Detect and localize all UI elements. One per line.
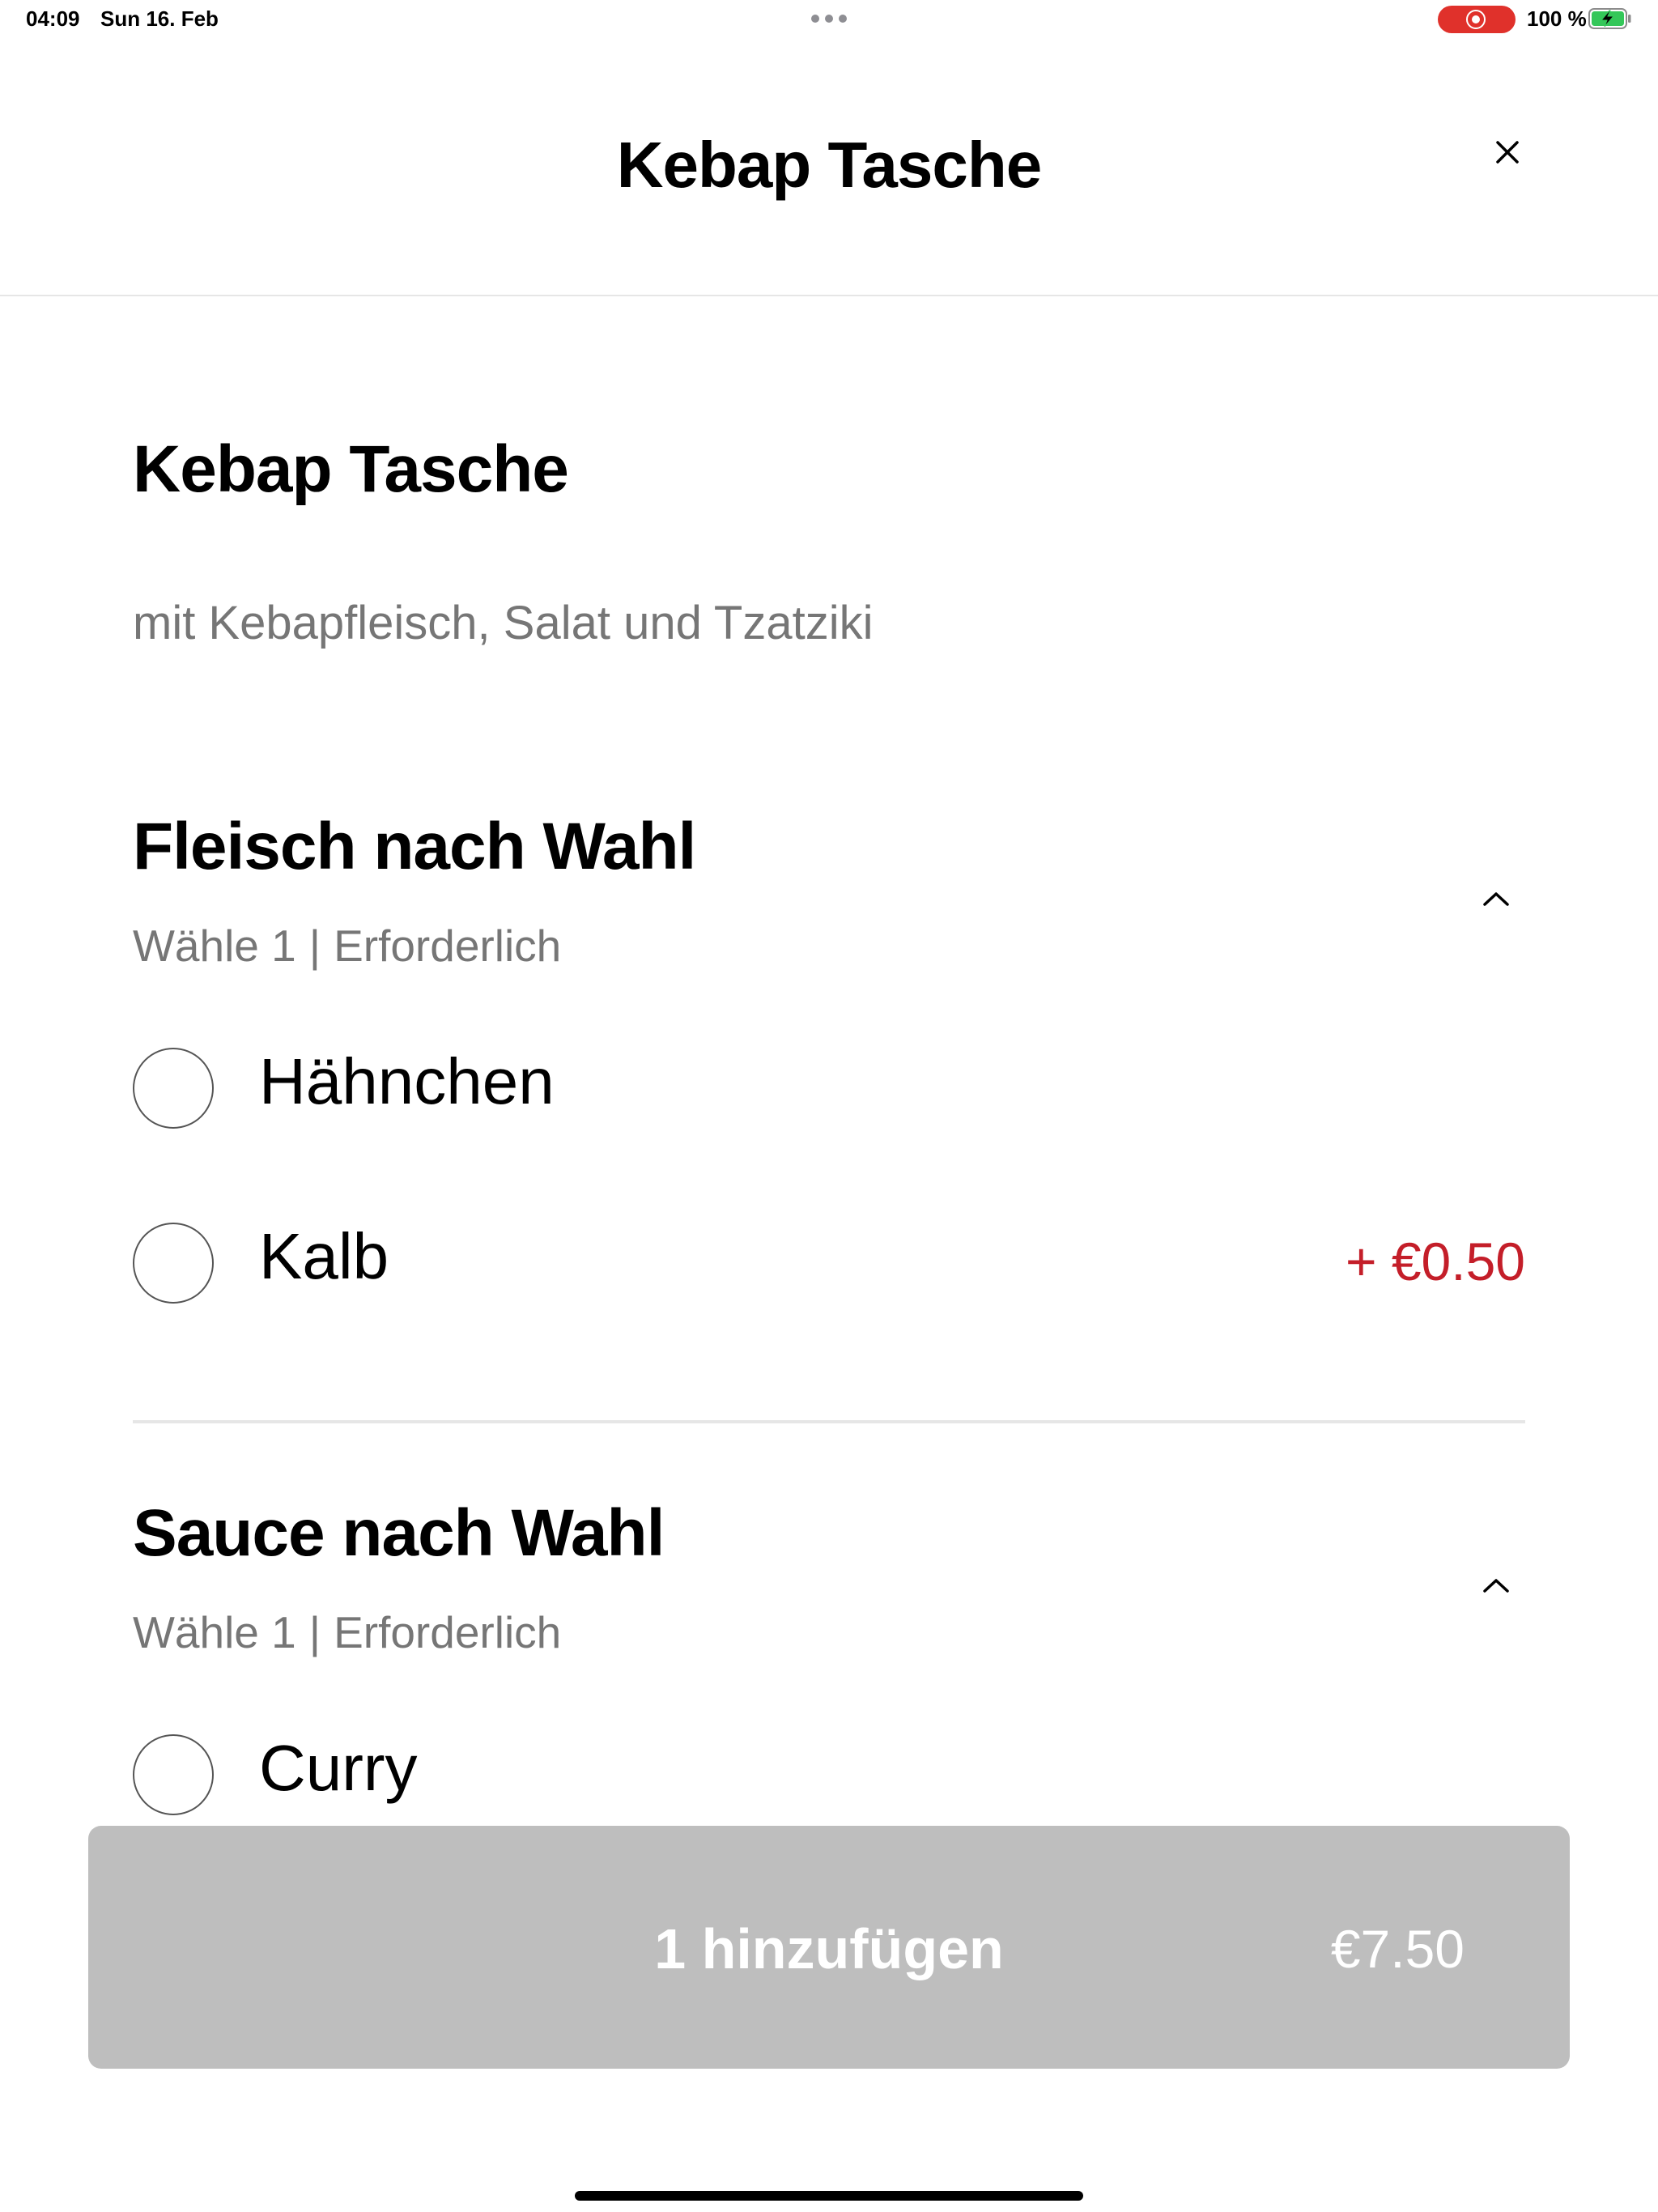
option-price: + €0.50 (1345, 1231, 1525, 1291)
choose-count: Wähle 1 (133, 921, 296, 971)
group-requirement-meat: Wähle 1 | Erforderlich (133, 918, 561, 973)
option-label: Kalb (259, 1220, 389, 1292)
required-label: Erforderlich (334, 921, 562, 971)
collapse-button-meat[interactable] (1478, 881, 1514, 917)
item-title: Kebap Tasche (133, 432, 569, 506)
add-to-cart-button[interactable]: 1 hinzufügen €7.50 (88, 1826, 1570, 2069)
battery-percentage: 100 % (1527, 6, 1587, 31)
add-button-price: €7.50 (1330, 1919, 1465, 1979)
group-title-sauce: Sauce nach Wahl (133, 1496, 665, 1570)
option-haehnchen[interactable]: Hähnchen (133, 1045, 1525, 1137)
section-divider (133, 1420, 1525, 1423)
status-bar: 04:09 Sun 16. Feb 100 % (0, 0, 1658, 39)
chevron-up-icon (1483, 892, 1509, 906)
close-icon (1496, 141, 1519, 164)
close-button[interactable] (1482, 126, 1533, 178)
option-label: Hähnchen (259, 1045, 555, 1117)
collapse-button-sauce[interactable] (1478, 1568, 1514, 1603)
home-indicator[interactable] (575, 2191, 1083, 2201)
radio-button[interactable] (133, 1048, 214, 1129)
battery-charging-icon (1588, 8, 1631, 29)
modal-title: Kebap Tasche (616, 129, 1042, 201)
separator: | (308, 921, 321, 971)
choose-count: Wähle 1 (133, 1607, 296, 1657)
option-kalb[interactable]: Kalb + €0.50 (133, 1220, 1525, 1312)
radio-button[interactable] (133, 1734, 214, 1815)
group-title-meat: Fleisch nach Wahl (133, 810, 696, 883)
status-time: 04:09 (26, 6, 80, 31)
screen-recording-indicator[interactable] (1438, 6, 1516, 33)
chevron-up-icon (1483, 1579, 1509, 1593)
option-curry[interactable]: Curry (133, 1732, 1525, 1823)
item-description: mit Kebapfleisch, Salat und Tzatziki (133, 597, 874, 649)
status-date: Sun 16. Feb (100, 6, 219, 31)
separator: | (308, 1607, 321, 1657)
required-label: Erforderlich (334, 1607, 562, 1657)
multitasking-dots-icon[interactable] (811, 15, 847, 23)
radio-button[interactable] (133, 1223, 214, 1304)
group-requirement-sauce: Wähle 1 | Erforderlich (133, 1605, 561, 1660)
modal-header: Kebap Tasche (0, 39, 1658, 296)
option-label: Curry (259, 1732, 418, 1804)
